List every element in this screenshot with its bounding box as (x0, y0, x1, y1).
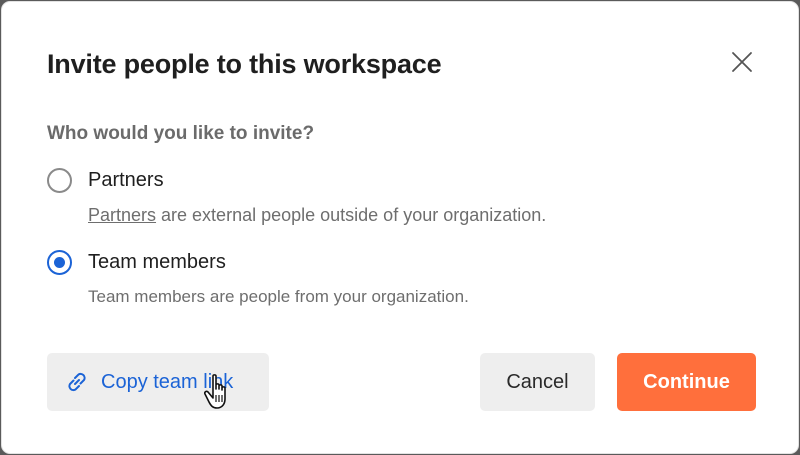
team-members-radio[interactable] (47, 250, 72, 275)
close-icon (732, 52, 752, 72)
team-members-label: Team members (88, 251, 226, 273)
invite-question: Who would you like to invite? (47, 123, 315, 144)
team-members-description: Team members are people from your organi… (88, 287, 469, 306)
partners-label: Partners (88, 169, 164, 191)
partners-description-text: are external people outside of your orga… (156, 205, 547, 225)
link-icon (63, 368, 91, 396)
dialog-title: Invite people to this workspace (47, 49, 442, 79)
copy-team-link-button[interactable]: Copy team link (47, 353, 269, 411)
partners-radio[interactable] (47, 168, 72, 193)
close-button[interactable] (726, 46, 758, 78)
invite-dialog: Invite people to this workspace Who woul… (1, 1, 799, 454)
copy-team-link-label: Copy team link (101, 370, 234, 393)
partners-description: Partners are external people outside of … (88, 205, 546, 226)
partners-link[interactable]: Partners (88, 205, 156, 225)
continue-button[interactable]: Continue (617, 353, 756, 411)
cancel-button[interactable]: Cancel (480, 353, 595, 411)
